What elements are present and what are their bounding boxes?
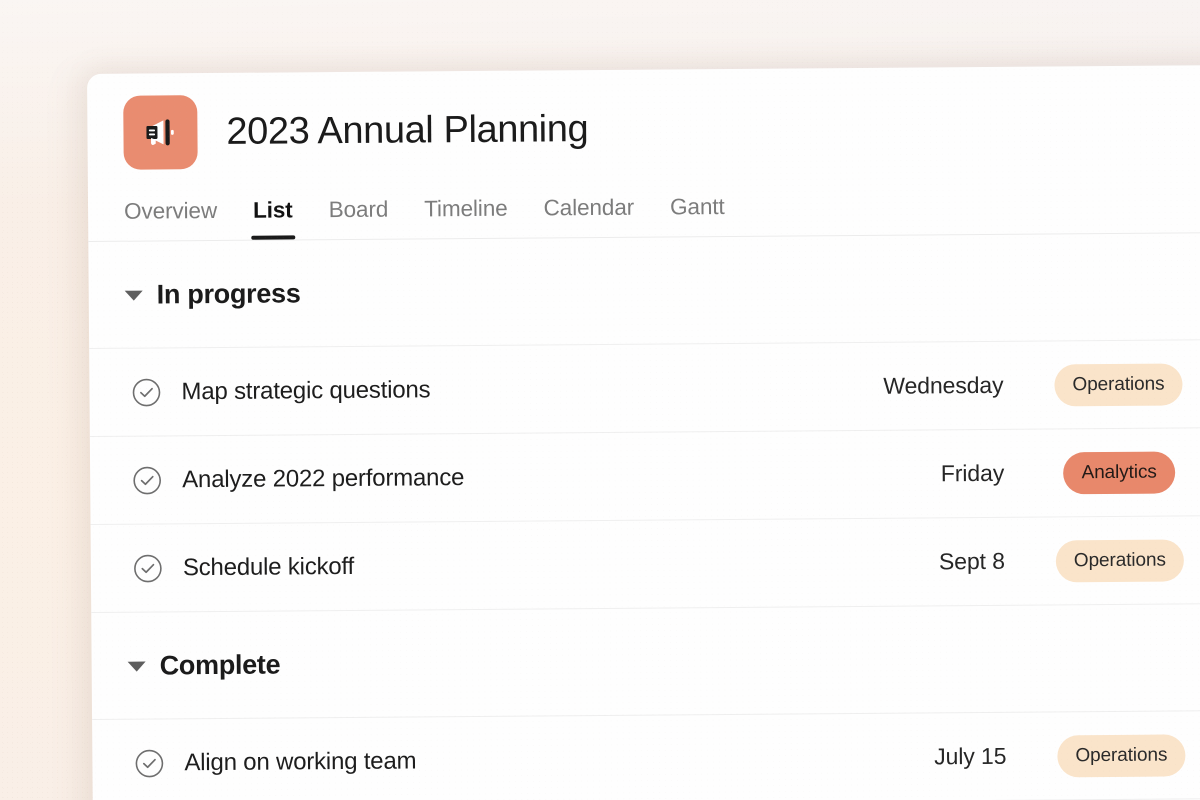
task-due-date: Wednesday — [883, 371, 1004, 399]
task-tag-cell: Operations — [1006, 733, 1200, 777]
task-title: Align on working team — [184, 746, 417, 776]
task-title: Map strategic questions — [181, 375, 431, 405]
table-row[interactable]: Map strategic questions Wednesday Operat… — [89, 339, 1200, 437]
group-title: Complete — [159, 649, 281, 680]
tab-gantt[interactable]: Gantt — [670, 194, 725, 236]
table-row[interactable]: Analyze 2022 performance Friday Analytic… — [89, 427, 1200, 525]
row-spacer — [354, 563, 765, 566]
task-due-date: July 15 — [934, 742, 1007, 770]
project-card-wrapper: 2023 Annual Planning Overview List Board… — [87, 64, 1200, 800]
check-circle-icon[interactable] — [133, 553, 163, 583]
check-circle-icon[interactable] — [131, 377, 161, 407]
project-header: 2023 Annual Planning — [87, 65, 1200, 170]
group-header-complete[interactable]: Complete — [91, 603, 1200, 720]
caret-down-icon[interactable] — [124, 290, 143, 301]
status-badge[interactable]: Analytics — [1063, 450, 1175, 494]
megaphone-icon — [123, 95, 198, 170]
task-title: Schedule kickoff — [182, 552, 355, 581]
group-title: In progress — [156, 277, 301, 309]
view-tabs: Overview List Board Timeline Calendar Ga… — [87, 160, 1200, 242]
project-card: 2023 Annual Planning Overview List Board… — [87, 64, 1200, 800]
tab-overview[interactable]: Overview — [124, 198, 217, 241]
check-circle-icon[interactable] — [132, 465, 162, 495]
row-spacer — [430, 387, 763, 390]
task-due-date: Friday — [940, 459, 1005, 487]
task-due-date: Sept 8 — [938, 547, 1005, 575]
row-spacer — [416, 758, 766, 761]
task-tag-cell: Analytics — [1004, 450, 1200, 495]
status-badge[interactable]: Operations — [1054, 362, 1183, 406]
task-title: Analyze 2022 performance — [182, 463, 465, 493]
check-circle-icon[interactable] — [134, 748, 164, 778]
table-row[interactable]: Align on working team July 15 Operations — [92, 710, 1200, 800]
row-spacer — [464, 475, 764, 477]
tab-list[interactable]: List — [253, 197, 293, 239]
tab-board[interactable]: Board — [329, 197, 389, 239]
table-row[interactable]: Schedule kickoff Sept 8 Operations — [90, 515, 1200, 613]
task-tag-cell: Operations — [1005, 538, 1200, 583]
caret-down-icon[interactable] — [127, 661, 146, 672]
page-title: 2023 Annual Planning — [226, 107, 589, 153]
task-tag-cell: Operations — [1003, 362, 1200, 407]
status-badge[interactable]: Operations — [1055, 538, 1184, 582]
tab-timeline[interactable]: Timeline — [424, 196, 508, 239]
tab-calendar[interactable]: Calendar — [543, 195, 634, 238]
group-header-in-progress[interactable]: In progress — [88, 232, 1200, 349]
status-badge[interactable]: Operations — [1057, 733, 1186, 777]
